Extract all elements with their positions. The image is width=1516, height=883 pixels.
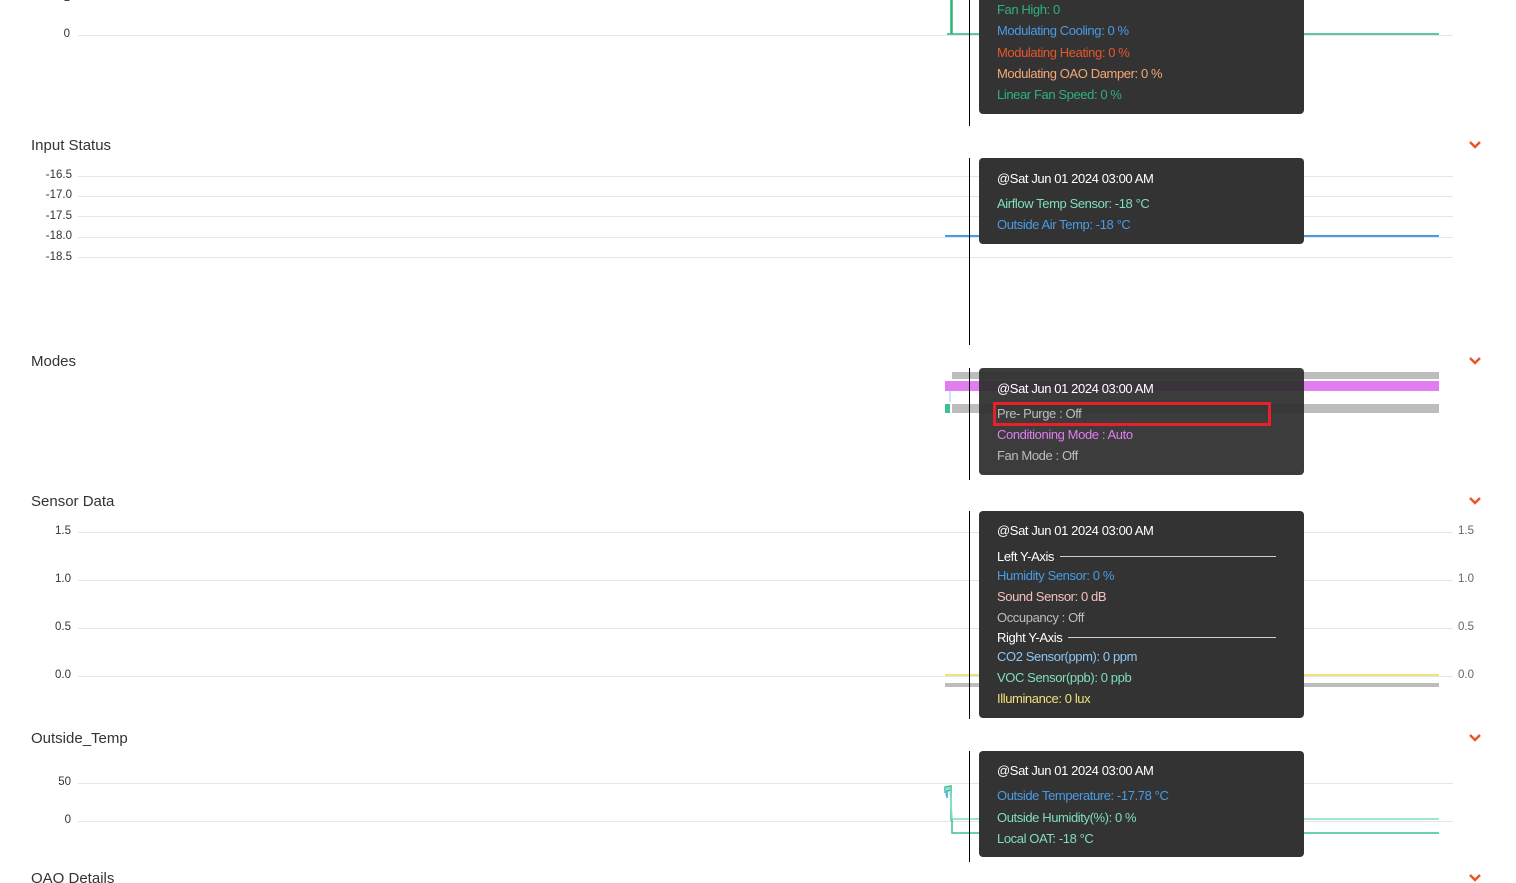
tooltip-conditioning-mode: Conditioning Mode : Auto — [997, 427, 1133, 442]
tooltip-co2-sensor: CO2 Sensor(ppm): 0 ppm — [997, 649, 1138, 664]
y-tick-label: 0.0 — [55, 669, 71, 681]
outside-temp-tooltip: @Sat Jun 01 2024 03:00 AM Outside Temper… — [979, 751, 1304, 857]
tooltip-linear-fan-speed: Linear Fan Speed: 0 % — [997, 87, 1122, 102]
section-title-modes: Modes — [31, 353, 77, 370]
gridline — [78, 257, 1453, 258]
tooltip-timestamp: @Sat Jun 01 2024 03:00 AM — [997, 523, 1154, 538]
y-tick-label: 1.5 — [55, 525, 71, 537]
hover-cursor-line — [969, 158, 970, 345]
y-tick-label: 1 — [30, 0, 70, 4]
y-tick-label: 1.0 — [55, 573, 71, 585]
y-tick-label-right: 1.5 — [1458, 525, 1474, 537]
section-title-oao-details: OAO Details — [31, 870, 115, 883]
chevron-down-icon[interactable] — [1467, 495, 1483, 507]
tooltip-illuminance: Illuminance: 0 lux — [997, 691, 1091, 706]
hover-cursor-line — [969, 511, 970, 719]
chevron-down-icon[interactable] — [1467, 355, 1483, 367]
section-title-outside-temp: Outside_Temp — [31, 730, 128, 747]
y-tick-label: -18.5 — [45, 251, 72, 263]
y-tick-label: -16.5 — [45, 169, 72, 181]
tooltip-left-axis-separator: Left Y-Axis — [997, 549, 1277, 564]
section-title-input-status: Input Status — [31, 137, 112, 154]
tooltip-fan-high: Fan High: 0 — [997, 2, 1060, 17]
tooltip-right-axis-separator: Right Y-Axis — [997, 630, 1277, 645]
tooltip-fan-mode: Fan Mode : Off — [997, 448, 1078, 463]
tooltip-timestamp: @Sat Jun 01 2024 03:00 AM — [997, 763, 1154, 778]
tooltip-occupancy: Occupancy : Off — [997, 610, 1084, 625]
tooltip-outside-temperature: Outside Temperature: -17.78 °C — [997, 788, 1169, 803]
y-tick-label: -17.5 — [45, 210, 72, 222]
y-tick-label: 0.5 — [55, 621, 71, 633]
tooltip-outside-humidity: Outside Humidity(%): 0 % — [997, 810, 1137, 825]
tooltip-outside-air-temp: Outside Air Temp: -18 °C — [997, 217, 1131, 232]
y-tick-label: 0 — [64, 814, 71, 826]
chevron-down-icon[interactable] — [1467, 732, 1483, 744]
tooltip-right-axis-label: Right Y-Axis — [997, 630, 1063, 645]
tooltip-airflow-temp-sensor: Airflow Temp Sensor: -18 °C — [997, 196, 1150, 211]
y-tick-label: 50 — [58, 776, 71, 788]
hover-cursor-line — [969, 368, 970, 480]
tooltip-sound-sensor: Sound Sensor: 0 dB — [997, 589, 1107, 604]
tooltip-modulating-cooling: Modulating Cooling: 0 % — [997, 23, 1129, 38]
y-tick-label-right: 0.5 — [1458, 621, 1474, 633]
tooltip-timestamp: @Sat Jun 01 2024 03:00 AM — [997, 381, 1154, 396]
hover-cursor-line — [969, 0, 970, 126]
chevron-down-icon[interactable] — [1467, 872, 1483, 883]
tooltip-timestamp: @Sat Jun 01 2024 03:00 AM — [997, 171, 1154, 186]
tooltip-voc-sensor: VOC Sensor(ppb): 0 ppb — [997, 670, 1132, 685]
y-tick-label: 0 — [63, 28, 70, 40]
tooltip-humidity-sensor: Humidity Sensor: 0 % — [997, 568, 1114, 583]
chevron-down-icon[interactable] — [1467, 139, 1483, 151]
y-tick-label: -18.0 — [45, 230, 72, 242]
y-tick-label-right: 0.0 — [1458, 669, 1474, 681]
section-title-sensor-data: Sensor Data — [31, 493, 115, 510]
hover-cursor-line — [969, 751, 970, 862]
pre-purge-highlight-box — [993, 402, 1271, 426]
tooltip-modulating-oao-damper: Modulating OAO Damper: 0 % — [997, 66, 1163, 81]
tooltip-modulating-heating: Modulating Heating: 0 % — [997, 45, 1130, 60]
controls-tooltip: Fan High: 0 Modulating Cooling: 0 % Modu… — [979, 0, 1304, 114]
tooltip-local-oat: Local OAT: -18 °C — [997, 831, 1094, 846]
y-tick-label: -17.0 — [45, 189, 72, 201]
y-tick-label-right: 1.0 — [1458, 573, 1474, 585]
sensor-data-tooltip: @Sat Jun 01 2024 03:00 AM Left Y-Axis Hu… — [979, 511, 1304, 718]
input-status-tooltip: @Sat Jun 01 2024 03:00 AM Airflow Temp S… — [979, 158, 1304, 244]
tooltip-left-axis-label: Left Y-Axis — [997, 549, 1055, 564]
